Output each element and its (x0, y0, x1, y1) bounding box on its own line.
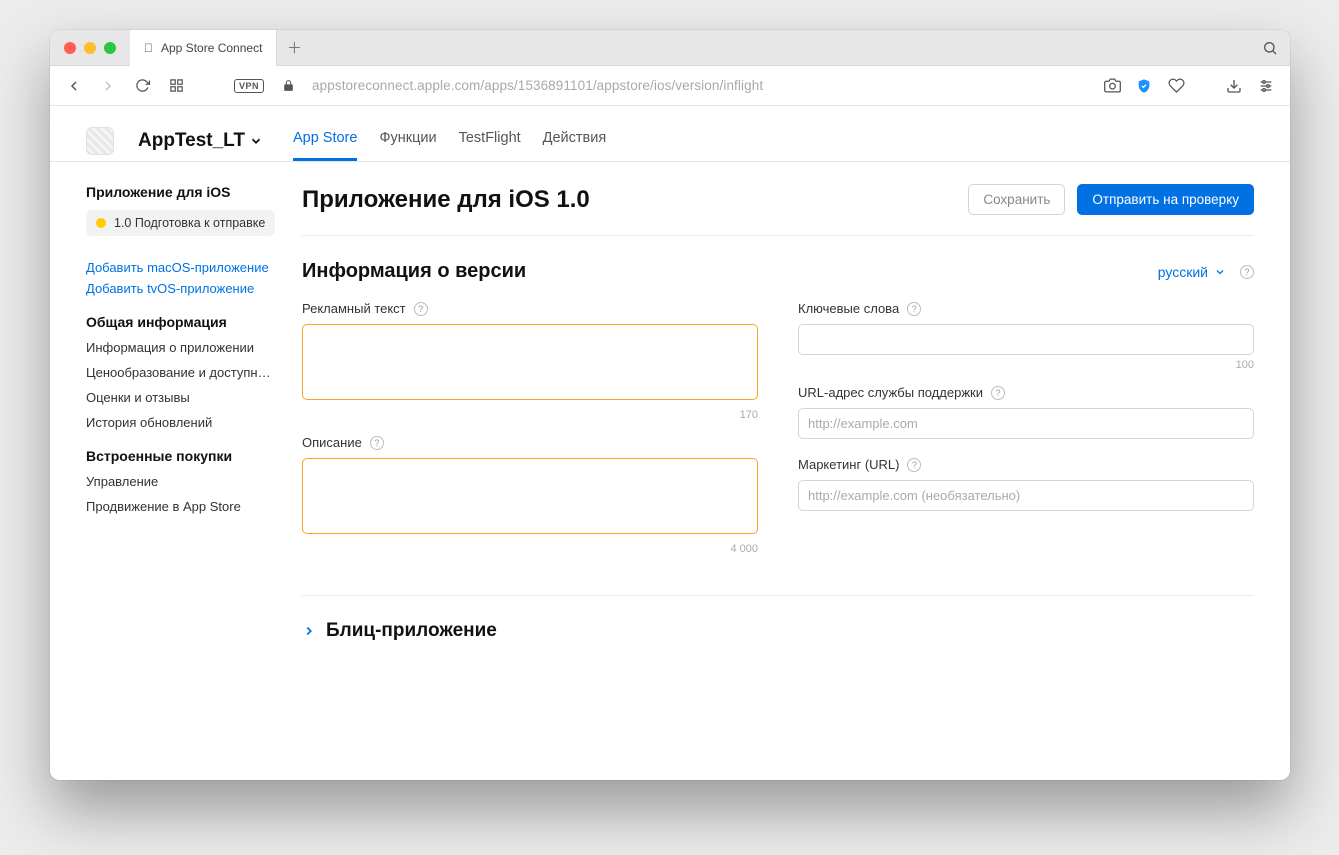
marketing-url-input[interactable] (798, 480, 1254, 511)
lock-icon (278, 76, 298, 96)
status-label: 1.0 Подготовка к отправке (114, 216, 265, 230)
forward-button[interactable] (98, 76, 118, 96)
description-field: Описание? 4 000 (302, 435, 758, 555)
help-icon[interactable]: ? (414, 302, 428, 316)
language-label: русский (1158, 264, 1208, 280)
tab-activity[interactable]: Действия (543, 120, 607, 161)
promo-text-field: Рекламный текст? 170 (302, 301, 758, 421)
help-icon[interactable]: ? (991, 386, 1005, 400)
sidebar-heading-general: Общая информация (86, 314, 282, 330)
browser-toolbar: VPN appstoreconnect.apple.com/apps/15368… (50, 66, 1290, 106)
app-clip-title: Блиц-приложение (326, 620, 497, 642)
support-url-field: URL-адрес службы поддержки? (798, 385, 1254, 439)
browser-tab[interactable]:  App Store Connect (130, 30, 277, 66)
description-label: Описание (302, 435, 362, 450)
add-macos-link[interactable]: Добавить macOS-приложение (86, 260, 282, 275)
save-button[interactable]: Сохранить (968, 184, 1065, 215)
chevron-right-icon (302, 624, 316, 638)
version-status-pill[interactable]: 1.0 Подготовка к отправке (86, 210, 275, 236)
sidebar-item-promote[interactable]: Продвижение в App Store (86, 499, 276, 514)
help-icon[interactable]: ? (1240, 265, 1254, 279)
window-controls (50, 42, 130, 54)
camera-icon[interactable] (1102, 76, 1122, 96)
status-dot-icon (96, 218, 106, 228)
sidebar: Приложение для iOS 1.0 Подготовка к отпр… (50, 162, 282, 780)
sidebar-heading-iap: Встроенные покупки (86, 448, 282, 464)
keywords-counter: 100 (798, 359, 1254, 371)
description-counter: 4 000 (302, 543, 758, 555)
tab-features[interactable]: Функции (379, 120, 436, 161)
tab-app-store[interactable]: App Store (293, 120, 358, 161)
sidebar-item-history[interactable]: История обновлений (86, 415, 276, 430)
keywords-label: Ключевые слова (798, 301, 899, 316)
back-button[interactable] (64, 76, 84, 96)
page-title: Приложение для iOS 1.0 (302, 186, 590, 214)
main-content: Приложение для iOS 1.0 Сохранить Отправи… (282, 162, 1290, 780)
apple-icon:  (144, 41, 153, 55)
chevron-down-icon (249, 134, 263, 148)
app-nav-tabs: App Store Функции TestFlight Действия (293, 120, 606, 161)
app-name-dropdown[interactable]: AppTest_LT (138, 130, 263, 152)
vpn-badge[interactable]: VPN (234, 79, 264, 93)
settings-sliders-icon[interactable] (1256, 76, 1276, 96)
submit-for-review-button[interactable]: Отправить на проверку (1077, 184, 1254, 215)
keywords-input[interactable] (798, 324, 1254, 355)
section-title: Информация о версии (302, 260, 526, 283)
browser-window:  App Store Connect ＋ VPN appstoreconnec… (50, 30, 1290, 780)
marketing-url-field: Маркетинг (URL)? (798, 457, 1254, 511)
language-dropdown[interactable]: русский (1158, 264, 1226, 280)
promo-text-input[interactable] (302, 324, 758, 400)
apps-grid-icon[interactable] (166, 76, 186, 96)
app-clip-section-toggle[interactable]: Блиц-приложение (302, 595, 1254, 642)
add-tvos-link[interactable]: Добавить tvOS-приложение (86, 281, 282, 296)
search-icon[interactable] (1260, 38, 1280, 58)
app-logo-placeholder (86, 127, 114, 155)
tab-title: App Store Connect (161, 41, 262, 55)
heart-icon[interactable] (1166, 76, 1186, 96)
sidebar-item-app-info[interactable]: Информация о приложении (86, 340, 276, 355)
shield-check-icon[interactable] (1134, 76, 1154, 96)
sidebar-heading-ios: Приложение для iOS (86, 184, 282, 200)
promo-label: Рекламный текст (302, 301, 406, 316)
browser-tab-bar:  App Store Connect ＋ (50, 30, 1290, 66)
reload-button[interactable] (132, 76, 152, 96)
close-window-button[interactable] (64, 42, 76, 54)
support-url-input[interactable] (798, 408, 1254, 439)
sidebar-item-pricing[interactable]: Ценообразование и доступно… (86, 365, 276, 380)
description-input[interactable] (302, 458, 758, 534)
new-tab-button[interactable]: ＋ (277, 37, 311, 58)
minimize-window-button[interactable] (84, 42, 96, 54)
support-url-label: URL-адрес службы поддержки (798, 385, 983, 400)
app-header: AppTest_LT App Store Функции TestFlight … (50, 106, 1290, 162)
marketing-url-label: Маркетинг (URL) (798, 457, 899, 472)
keywords-field: Ключевые слова? 100 (798, 301, 1254, 371)
promo-counter: 170 (302, 409, 758, 421)
chevron-down-icon (1214, 266, 1226, 278)
help-icon[interactable]: ? (907, 302, 921, 316)
maximize-window-button[interactable] (104, 42, 116, 54)
url-bar[interactable]: appstoreconnect.apple.com/apps/153689110… (312, 78, 1088, 93)
tab-testflight[interactable]: TestFlight (459, 120, 521, 161)
download-icon[interactable] (1224, 76, 1244, 96)
sidebar-item-ratings[interactable]: Оценки и отзывы (86, 390, 276, 405)
sidebar-item-manage[interactable]: Управление (86, 474, 276, 489)
help-icon[interactable]: ? (907, 458, 921, 472)
help-icon[interactable]: ? (370, 436, 384, 450)
app-name-label: AppTest_LT (138, 130, 245, 152)
